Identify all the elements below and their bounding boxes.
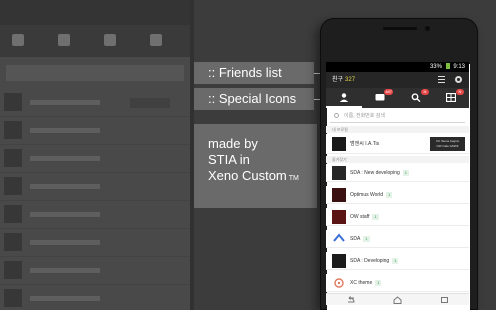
background-search-bar xyxy=(6,65,184,81)
section-header-my-profile: 내 프로필 xyxy=(326,126,469,133)
member-tag: 1 xyxy=(375,279,382,286)
trademark-mark: TM xyxy=(288,175,299,182)
friend-name: OW staff xyxy=(350,214,370,220)
status-time: 9:13 xyxy=(453,64,465,70)
my-profile-name: 범앤씨 I.A.Tis xyxy=(350,141,380,147)
avatar xyxy=(332,254,346,268)
friend-name: XC theme xyxy=(350,280,373,286)
special-icons-caption: :: Special Icons xyxy=(194,88,314,110)
avatar xyxy=(332,210,346,224)
background-row xyxy=(0,229,190,257)
list-item[interactable]: SDA : Developing 1 xyxy=(326,252,469,270)
more-badge: N xyxy=(456,89,464,95)
list-item[interactable]: XC theme 1 xyxy=(326,274,469,292)
find-badge: N xyxy=(421,89,429,95)
gear-icon[interactable] xyxy=(455,76,462,83)
background-tab-icon xyxy=(150,34,162,46)
background-tab-bar xyxy=(0,25,190,57)
friend-count: 327 xyxy=(345,77,356,83)
background-app-screenshot xyxy=(0,0,190,310)
background-row xyxy=(0,117,190,145)
member-tag: 1 xyxy=(392,257,399,264)
brand-logo-icon xyxy=(333,233,345,242)
list-item[interactable]: OW staff 1 xyxy=(326,208,469,226)
background-row xyxy=(0,89,190,117)
chat-icon xyxy=(375,94,385,101)
credit-box: made by STIA in Xeno Custom TM xyxy=(194,124,317,208)
navigation-bar xyxy=(326,293,469,305)
background-tab-icon xyxy=(12,34,24,46)
status-message: XC theme begins OW Cafe GSWF xyxy=(430,137,465,151)
back-icon[interactable] xyxy=(346,296,355,304)
credit-line-1: made by xyxy=(208,136,258,151)
search-placeholder: 이름, 전화번호 검색 xyxy=(344,113,385,119)
status-bar: 33% 9:13 xyxy=(326,62,469,72)
friend-name: SDA : Developing xyxy=(350,258,390,264)
avatar xyxy=(332,166,346,180)
background-row xyxy=(0,173,190,201)
friend-name: Optimus World xyxy=(350,192,383,198)
friend-name: SDA xyxy=(350,236,361,242)
background-row xyxy=(0,285,190,310)
avatar xyxy=(332,137,346,151)
person-icon xyxy=(339,93,349,102)
app-title: 친구 xyxy=(332,77,344,83)
list-item[interactable]: SDA : New developing 1 xyxy=(326,164,469,182)
friend-name: SDA : New developing xyxy=(350,170,400,176)
background-tab-icon xyxy=(104,34,116,46)
member-tag: 1 xyxy=(363,235,370,242)
friends-list-caption: :: Friends list xyxy=(194,62,314,84)
tab-find[interactable]: N xyxy=(398,88,434,108)
tab-friends[interactable] xyxy=(326,88,362,108)
list-item[interactable]: Optimus World 1 xyxy=(326,186,469,204)
my-profile-row[interactable]: 범앤씨 I.A.Tis XC theme begins OW Cafe GSWF xyxy=(326,134,469,154)
battery-icon xyxy=(445,63,450,70)
tab-bar: 487 N N xyxy=(326,88,469,108)
phone-speaker xyxy=(383,27,417,30)
search-icon xyxy=(334,113,339,118)
credit-line-3: Xeno Custom TM xyxy=(208,168,299,183)
phone-camera xyxy=(425,26,430,31)
avatar xyxy=(332,232,346,246)
chats-badge: 487 xyxy=(384,89,393,95)
more-icon xyxy=(446,93,456,102)
list-item[interactable]: SDA 1 xyxy=(326,230,469,248)
avatar xyxy=(332,188,346,202)
search-icon xyxy=(411,93,421,102)
member-tag: 1 xyxy=(372,213,379,220)
home-icon[interactable] xyxy=(393,296,402,304)
tab-chats[interactable]: 487 xyxy=(362,88,398,108)
background-row xyxy=(0,201,190,229)
member-tag: 1 xyxy=(402,169,409,176)
background-status-bar xyxy=(0,0,190,25)
app-bar: 친구 327 xyxy=(326,72,469,88)
battery-percent: 33% xyxy=(429,64,442,70)
section-header-favorites: 즐겨찾기 xyxy=(326,156,469,163)
credit-line-2: STIA in xyxy=(208,152,250,167)
background-row xyxy=(0,257,190,285)
menu-icon[interactable] xyxy=(438,76,445,83)
search-input[interactable]: 이름, 전화번호 검색 xyxy=(330,109,465,123)
background-row xyxy=(0,145,190,173)
flower-logo-icon xyxy=(334,278,344,288)
tab-more[interactable]: N xyxy=(433,88,469,108)
avatar xyxy=(332,276,346,290)
recent-apps-icon[interactable] xyxy=(440,296,449,304)
background-tab-icon xyxy=(58,34,70,46)
member-tag: 1 xyxy=(385,191,393,198)
